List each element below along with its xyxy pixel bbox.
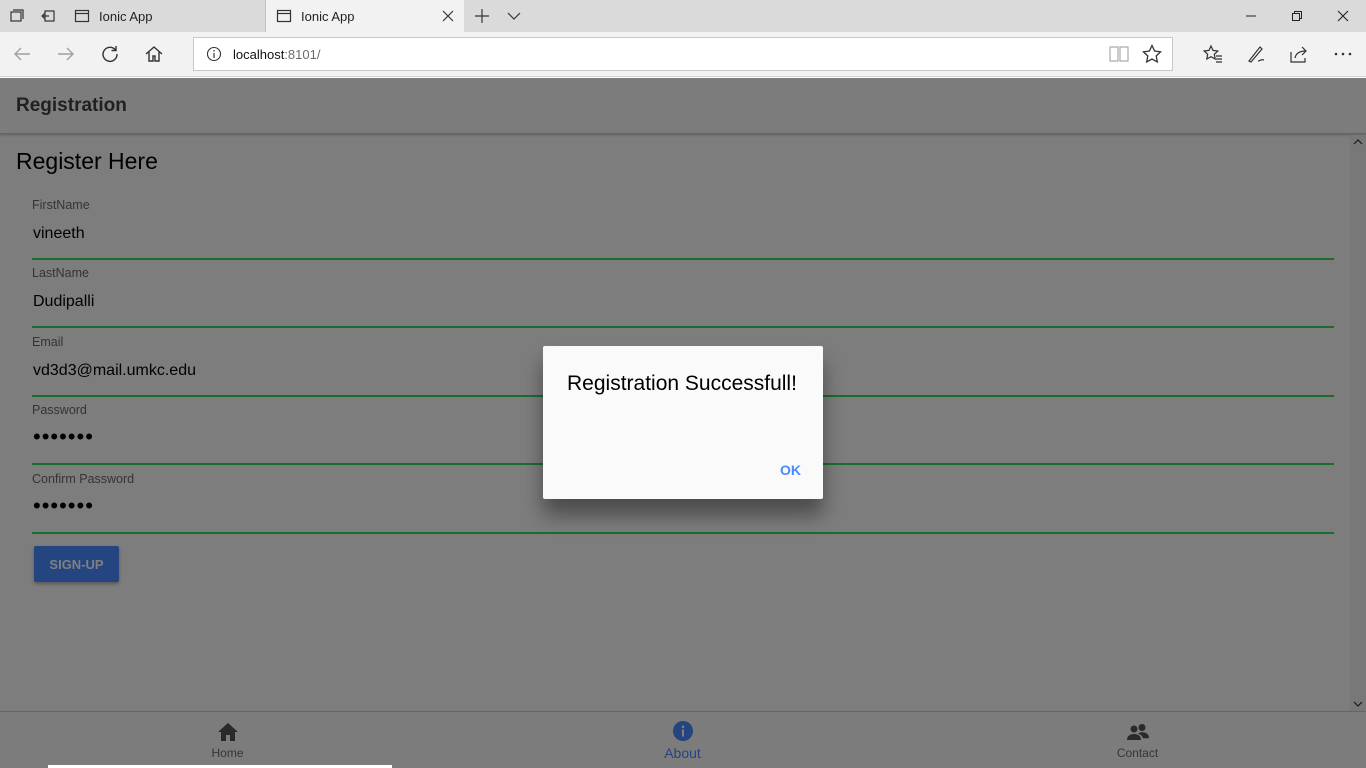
more-icon[interactable] <box>1326 37 1360 71</box>
url-port: :8101/ <box>284 46 321 62</box>
site-info-icon[interactable] <box>206 46 222 62</box>
forward-icon[interactable] <box>49 37 83 71</box>
ok-button[interactable]: OK <box>780 462 801 478</box>
close-tab-icon[interactable] <box>440 8 456 24</box>
app-viewport: Registration Register Here FirstName vin… <box>0 78 1366 768</box>
chevron-down-icon[interactable] <box>498 0 530 32</box>
set-tabs-aside-icon[interactable] <box>32 0 64 32</box>
browser-tab-2[interactable]: Ionic App <box>266 0 464 32</box>
page-icon <box>276 9 292 23</box>
back-icon[interactable] <box>5 37 39 71</box>
address-bar[interactable]: localhost:8101/ <box>193 37 1173 71</box>
page-icon <box>74 9 90 23</box>
url-text[interactable]: localhost:8101/ <box>233 47 320 62</box>
new-tab-icon[interactable] <box>466 0 498 32</box>
url-host: localhost <box>233 46 285 62</box>
close-window-icon[interactable] <box>1320 0 1366 32</box>
share-icon[interactable] <box>1282 37 1316 71</box>
pen-notes-icon[interactable] <box>1239 37 1273 71</box>
restore-icon[interactable] <box>1274 0 1320 32</box>
favorite-star-icon[interactable] <box>1135 38 1169 70</box>
browser-navbar: localhost:8101/ <box>0 32 1366 77</box>
browser-tab-title: Ionic App <box>301 8 355 24</box>
alert-title: Registration Successfull! <box>567 372 797 395</box>
browser-titlebar: Ionic App Ionic App <box>0 0 1366 32</box>
home-icon[interactable] <box>137 37 171 71</box>
alert-dialog: Registration Successfull! OK <box>543 346 823 499</box>
favorites-hub-icon[interactable] <box>1196 37 1230 71</box>
browser-tab-title: Ionic App <box>99 8 153 24</box>
tab-actions-icon[interactable] <box>0 0 32 32</box>
browser-tab-1[interactable]: Ionic App <box>64 0 266 32</box>
refresh-icon[interactable] <box>93 37 127 71</box>
minimize-icon[interactable] <box>1228 0 1274 32</box>
reading-view-icon[interactable] <box>1102 38 1136 70</box>
